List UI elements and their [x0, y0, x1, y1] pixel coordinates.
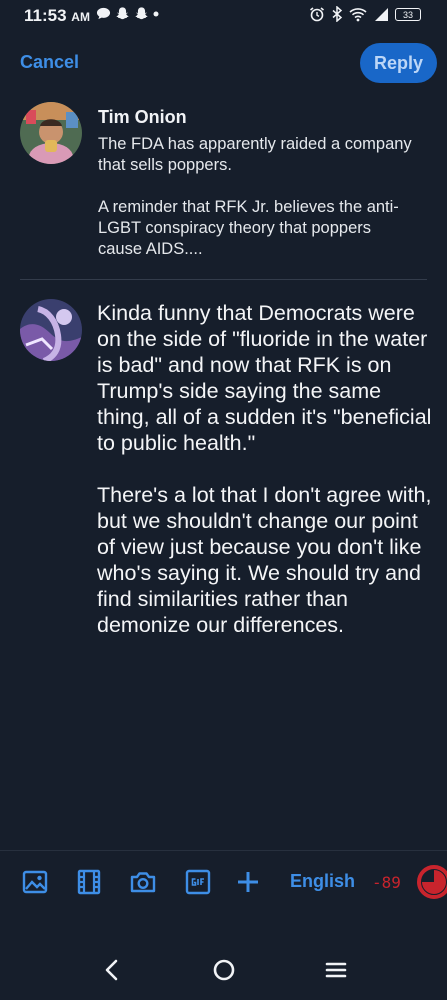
gif-icon[interactable]: [184, 868, 212, 896]
back-icon[interactable]: [98, 956, 126, 984]
character-limit-ring-icon: [417, 865, 447, 899]
plus-icon[interactable]: [234, 868, 262, 896]
author-avatar-image: [20, 102, 82, 164]
reply-text-input[interactable]: Kinda funny that Democrats were on the s…: [97, 300, 437, 664]
reply-paragraph: Kinda funny that Democrats were on the s…: [97, 301, 432, 455]
parent-post-paragraph: A reminder that RFK Jr. believes the ant…: [98, 198, 399, 258]
camera-icon[interactable]: [129, 868, 157, 896]
wifi-icon: [349, 7, 367, 21]
video-icon[interactable]: [75, 868, 103, 896]
parent-post-text: The FDA has apparently raided a company …: [98, 134, 418, 281]
recents-icon[interactable]: [322, 956, 350, 984]
toolbar-divider: [0, 850, 447, 851]
snapchat-icon: [116, 7, 129, 20]
post-divider: [20, 279, 427, 280]
status-time: 11:53 AM: [24, 6, 90, 25]
home-icon[interactable]: [210, 956, 238, 984]
cancel-button[interactable]: Cancel: [20, 52, 79, 73]
language-selector[interactable]: English: [290, 871, 355, 892]
status-bar: 11:53 AM 33: [0, 0, 447, 32]
system-icons: 33: [309, 6, 421, 22]
user-avatar-image: [20, 299, 82, 361]
image-icon[interactable]: [21, 868, 49, 896]
bluetooth-icon: [332, 6, 343, 22]
signal-icon: [375, 7, 388, 21]
avatar[interactable]: [20, 299, 82, 361]
alarm-icon: [310, 7, 324, 22]
battery-icon: 33: [395, 7, 421, 21]
reply-button[interactable]: Reply: [360, 43, 437, 83]
notification-icons: [96, 6, 159, 21]
post-author-name: Tim Onion: [98, 107, 187, 127]
character-count: -89: [372, 873, 401, 892]
dot-icon: [153, 11, 159, 16]
avatar[interactable]: [20, 102, 82, 164]
parent-post-paragraph: The FDA has apparently raided a company …: [98, 135, 412, 174]
chat-bubble-icon: [96, 7, 111, 20]
reply-paragraph: There's a lot that I don't agree with, b…: [97, 483, 432, 637]
snapchat-icon-2: [135, 7, 148, 20]
